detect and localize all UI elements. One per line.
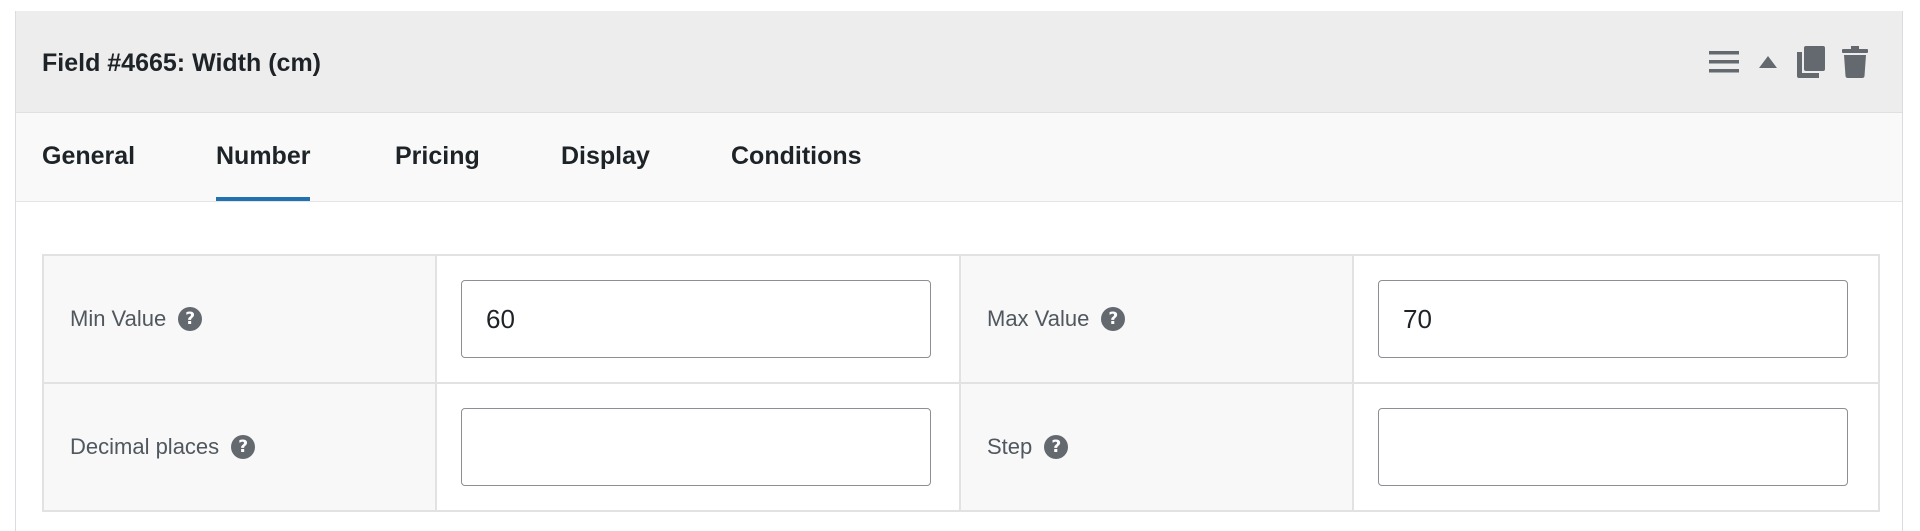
- trash-icon[interactable]: [1838, 45, 1872, 79]
- min-value-input[interactable]: [461, 280, 931, 358]
- tab-display[interactable]: Display: [561, 113, 650, 201]
- help-icon[interactable]: ?: [231, 435, 256, 459]
- min-value-input-cell: [435, 254, 961, 384]
- number-settings-table: Min Value ? Max Value ? Decimal places: [42, 254, 1880, 512]
- help-icon[interactable]: ?: [178, 307, 203, 331]
- field-title: Field #4665: Width (cm): [42, 49, 321, 77]
- table-row: Min Value ? Max Value ?: [42, 254, 1880, 384]
- menu-icon[interactable]: [1706, 45, 1742, 79]
- panel-header: Field #4665: Width (cm): [16, 11, 1902, 113]
- tab-pricing[interactable]: Pricing: [395, 113, 480, 201]
- decimal-places-input[interactable]: [461, 408, 931, 486]
- min-value-label: Min Value: [70, 306, 167, 331]
- max-value-label-cell: Max Value ?: [959, 254, 1354, 384]
- max-value-label: Max Value: [987, 306, 1090, 331]
- decimal-places-input-cell: [435, 382, 961, 512]
- field-panel: Field #4665: Width (cm) General Number P…: [15, 11, 1903, 531]
- tab-number[interactable]: Number: [216, 113, 311, 201]
- step-label-cell: Step ?: [959, 382, 1354, 512]
- decimal-places-label: Decimal places: [70, 434, 220, 459]
- collapse-arrow-icon[interactable]: [1756, 45, 1780, 79]
- help-icon[interactable]: ?: [1101, 307, 1126, 331]
- step-input[interactable]: [1378, 408, 1848, 486]
- tab-conditions[interactable]: Conditions: [731, 113, 862, 201]
- table-row: Decimal places ? Step ?: [42, 382, 1880, 512]
- decimal-places-label-cell: Decimal places ?: [42, 382, 437, 512]
- max-value-input[interactable]: [1378, 280, 1848, 358]
- step-input-cell: [1352, 382, 1880, 512]
- tabs-bar: General Number Pricing Display Condition…: [16, 113, 1902, 202]
- duplicate-icon[interactable]: [1794, 45, 1828, 79]
- max-value-input-cell: [1352, 254, 1880, 384]
- help-icon[interactable]: ?: [1044, 435, 1069, 459]
- tab-general[interactable]: General: [42, 113, 135, 201]
- step-label: Step: [987, 434, 1033, 459]
- header-actions: [1706, 45, 1872, 79]
- min-value-label-cell: Min Value ?: [42, 254, 437, 384]
